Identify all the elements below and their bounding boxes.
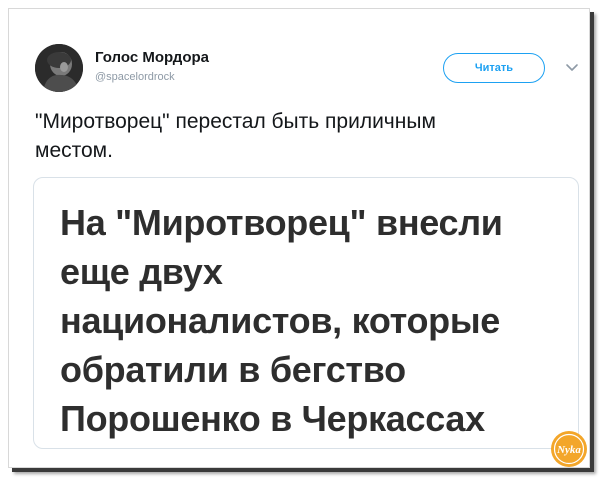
author-handle[interactable]: @spacelordrock — [95, 71, 175, 83]
card-headline: На "Миротворец" внесли еще двух национал… — [60, 198, 503, 443]
headline-line: обратили в бегство — [60, 349, 406, 390]
avatar-image — [35, 44, 83, 92]
headline-line: На "Миротворец" внесли — [60, 202, 503, 243]
headline-line: националистов, которые — [60, 300, 501, 341]
tweet-text-line: "Миротворец" перестал быть приличным — [35, 110, 436, 133]
tweet-text: "Миротворец" перестал быть приличным мес… — [35, 107, 575, 165]
watermark-logo-icon: Nyka — [551, 431, 587, 467]
watermark-text: Nyka — [556, 444, 581, 456]
author-name[interactable]: Голос Мордора — [95, 49, 209, 66]
tweet-text-line: местом. — [35, 139, 113, 162]
follow-button[interactable]: Читать — [443, 53, 545, 83]
chevron-down-icon[interactable] — [565, 63, 579, 73]
headline-line: еще двух — [60, 251, 223, 292]
avatar[interactable] — [35, 44, 83, 92]
headline-line: Порошенко в Черкассах — [60, 398, 485, 439]
screenshot-frame: Голос Мордора @spacelordrock Читать "Мир… — [8, 8, 590, 468]
tweet-card: Голос Мордора @spacelordrock Читать "Мир… — [9, 9, 589, 467]
embedded-image-card[interactable]: На "Миротворец" внесли еще двух национал… — [33, 177, 579, 449]
